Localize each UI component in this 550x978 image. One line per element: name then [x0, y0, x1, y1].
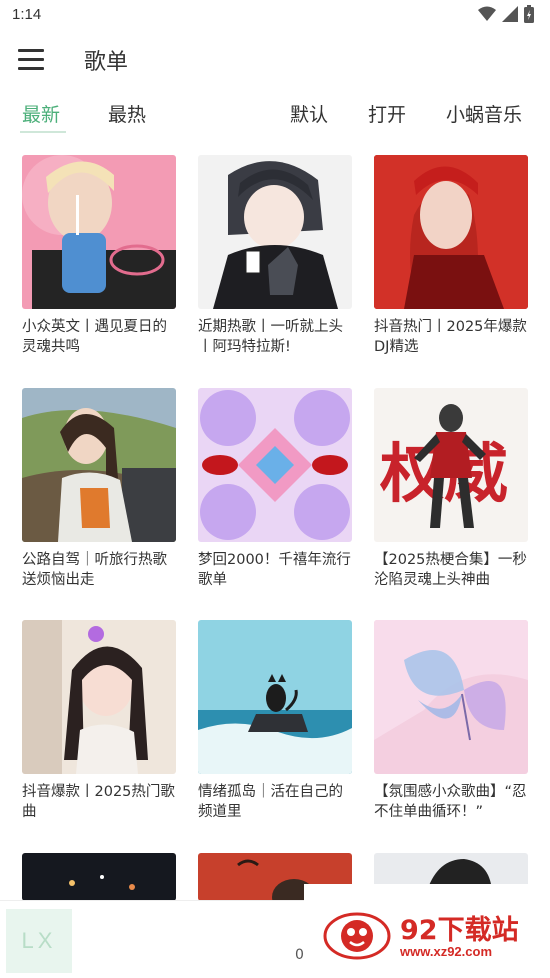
player-progress-text: 0 [295, 947, 304, 963]
sort-default-button[interactable]: 默认 [290, 100, 328, 127]
playlist-cover [22, 388, 176, 542]
tab-bar: 最新 最热 默认 打开 小蜗音乐 [0, 96, 550, 136]
playlist-cover [198, 388, 352, 542]
playlist-title: 抖音热门丨2025年爆款DJ精选 [374, 319, 527, 355]
playlist-card[interactable]: 情绪孤岛｜活在自己的频道里 [198, 620, 352, 822]
watermark-main-text: 92下载站 [400, 915, 519, 946]
source-select[interactable]: 小蜗音乐 [446, 100, 522, 127]
playlist-title: 【氛围感小众歌曲】“忍不住单曲循环！” [374, 784, 527, 820]
playlist-title: 【2025热梗合集】一秒沦陷灵魂上头神曲 [374, 552, 527, 588]
playlist-title: 小众英文丨遇见夏日的灵魂共鸣 [22, 319, 167, 355]
wifi-icon [478, 6, 496, 21]
open-button[interactable]: 打开 [368, 100, 406, 127]
tab-newest[interactable]: 最新 [22, 100, 60, 127]
page-title: 歌单 [84, 50, 129, 75]
status-icons [478, 5, 534, 23]
active-tab-indicator [20, 131, 66, 133]
watermark-url-text: www.xz92.com [400, 944, 492, 959]
playlist-card[interactable]: 公路自驾｜听旅行热歌送烦恼出走 [22, 388, 176, 590]
signal-icon [502, 6, 518, 22]
playlist-title: 情绪孤岛｜活在自己的频道里 [198, 784, 343, 820]
menu-icon[interactable] [18, 44, 52, 74]
playlist-cover [198, 620, 352, 774]
playlist-cover [22, 853, 176, 901]
playlist-card[interactable]: 梦回2000！千禧年流行歌单 [198, 388, 352, 590]
playlist-cover [22, 620, 176, 774]
playlist-card[interactable] [22, 853, 176, 901]
playlist-card[interactable]: 小众英文丨遇见夏日的灵魂共鸣 [22, 155, 176, 357]
playlist-cover [198, 155, 352, 309]
app-bar: 歌单 [0, 30, 550, 88]
playlist-cover: 权威 [374, 388, 528, 542]
playlist-title: 抖音爆款丨2025热门歌曲 [22, 784, 175, 820]
playlist-cover [374, 620, 528, 774]
tab-hottest[interactable]: 最热 [108, 100, 146, 127]
playlist-title: 近期热歌丨一听就上头丨阿玛特拉斯! [198, 319, 343, 355]
status-bar: 1:14 [0, 0, 550, 30]
playlist-card[interactable]: 近期热歌丨一听就上头丨阿玛特拉斯! [198, 155, 352, 357]
watermark-logo-icon [323, 912, 391, 960]
playlist-cover [22, 155, 176, 309]
player-logo[interactable]: LX [6, 909, 72, 973]
playlist-title: 公路自驾｜听旅行热歌送烦恼出走 [22, 552, 167, 588]
playlist-title: 梦回2000！千禧年流行歌单 [198, 552, 351, 588]
status-time: 1:14 [12, 6, 42, 23]
battery-icon [524, 5, 534, 23]
playlist-card[interactable]: 抖音热门丨2025年爆款DJ精选 [374, 155, 528, 357]
playlist-card[interactable]: 抖音爆款丨2025热门歌曲 [22, 620, 176, 822]
playlist-card[interactable]: 权威 【2025热梗合集】一秒沦陷灵魂上头神曲 [374, 388, 528, 590]
watermark: 92下载站 www.xz92.com [304, 884, 550, 978]
playlist-cover [374, 155, 528, 309]
playlist-card[interactable]: 【氛围感小众歌曲】“忍不住单曲循环！” [374, 620, 528, 822]
